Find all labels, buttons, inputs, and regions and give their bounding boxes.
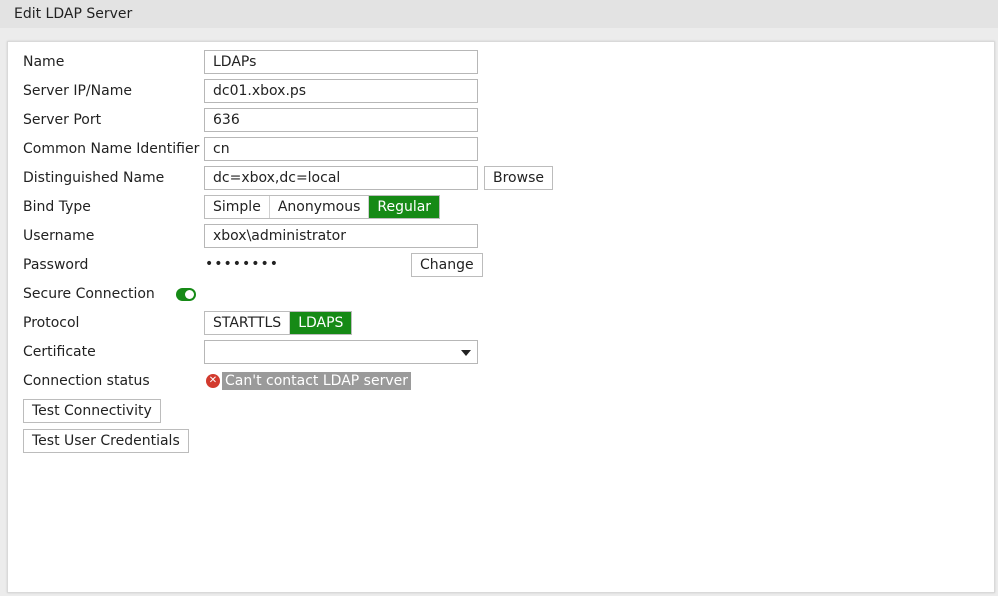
cn-identifier-label: Common Name Identifier	[23, 141, 200, 157]
username-label: Username	[23, 228, 95, 244]
protocol-label: Protocol	[23, 315, 80, 331]
test-user-credentials-button[interactable]: Test User Credentials	[23, 429, 189, 453]
ldap-server-form: Name Server IP/Name Server Port Common N…	[7, 41, 995, 593]
test-connectivity-button[interactable]: Test Connectivity	[23, 399, 161, 423]
protocol-selector: STARTTLS LDAPS	[204, 311, 353, 335]
server-port-input[interactable]	[204, 108, 478, 132]
cn-identifier-input[interactable]	[204, 137, 478, 161]
certificate-select[interactable]	[204, 340, 478, 364]
secure-connection-toggle[interactable]	[176, 288, 196, 301]
certificate-label: Certificate	[23, 344, 96, 360]
name-input[interactable]	[204, 50, 478, 74]
connection-status-label: Connection status	[23, 373, 150, 389]
window-title: Edit LDAP Server	[0, 0, 998, 28]
server-ip-label: Server IP/Name	[23, 83, 132, 99]
bind-type-regular[interactable]: Regular	[369, 196, 440, 218]
name-label: Name	[23, 54, 65, 70]
bind-type-label: Bind Type	[23, 199, 91, 215]
protocol-ldaps[interactable]: LDAPS	[290, 312, 352, 334]
username-input[interactable]	[204, 224, 478, 248]
browse-button[interactable]: Browse	[484, 166, 553, 190]
bind-type-simple[interactable]: Simple	[205, 196, 270, 218]
distinguished-name-input[interactable]	[204, 166, 478, 190]
change-password-button[interactable]: Change	[411, 253, 483, 277]
chevron-down-icon	[461, 350, 471, 356]
protocol-starttls[interactable]: STARTTLS	[205, 312, 291, 334]
connection-status-message: Can't contact LDAP server	[222, 372, 411, 390]
bind-type-selector: Simple Anonymous Regular	[204, 195, 441, 219]
bind-type-anonymous[interactable]: Anonymous	[270, 196, 370, 218]
distinguished-name-label: Distinguished Name	[23, 170, 165, 186]
server-port-label: Server Port	[23, 112, 102, 128]
server-ip-input[interactable]	[204, 79, 478, 103]
toggle-knob	[185, 290, 194, 299]
password-masked-value: ••••••••	[205, 256, 280, 272]
password-label: Password	[23, 257, 89, 273]
error-icon: ✕	[206, 374, 220, 388]
secure-connection-label: Secure Connection	[23, 286, 155, 302]
